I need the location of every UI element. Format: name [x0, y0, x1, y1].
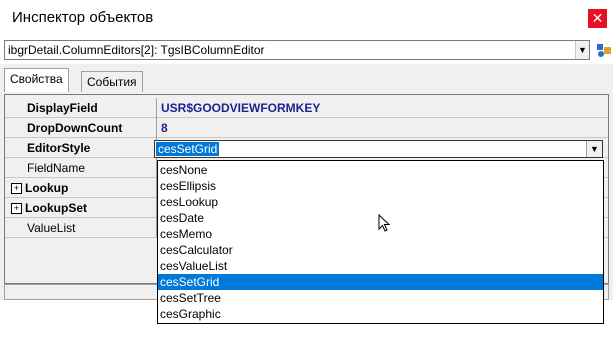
dropdown-option[interactable]: cesGraphic: [158, 306, 603, 322]
dropdown-option[interactable]: cesValueList: [158, 258, 603, 274]
chevron-down-icon[interactable]: ▼: [586, 141, 602, 157]
property-name: DropDownCount: [11, 118, 157, 138]
tab-properties[interactable]: Свойства: [4, 68, 69, 92]
property-name: DisplayField: [11, 98, 157, 118]
property-name: FieldName: [11, 158, 157, 178]
object-selector-value: ibgrDetail.ColumnEditors[2]: TgsIBColumn…: [8, 43, 265, 57]
dropdown-option[interactable]: cesNone: [158, 162, 603, 178]
tab-events[interactable]: События: [81, 71, 143, 92]
property-row[interactable]: DisplayField USR$GOODVIEWFORMKEY: [5, 98, 608, 118]
property-name: Lookup: [25, 181, 69, 195]
expand-plus-icon[interactable]: +: [11, 183, 22, 195]
mouse-cursor-icon: [378, 214, 391, 232]
dropdown-option-selected[interactable]: cesSetGrid: [158, 274, 603, 290]
expand-plus-icon[interactable]: +: [11, 203, 22, 215]
property-name-cell: + Lookup: [11, 178, 157, 198]
property-value[interactable]: USR$GOODVIEWFORMKEY: [157, 98, 608, 118]
object-selector-combo[interactable]: ibgrDetail.ColumnEditors[2]: TgsIBColumn…: [4, 40, 590, 60]
dropdown-option[interactable]: cesLookup: [158, 194, 603, 210]
editor-style-value[interactable]: cesSetGrid: [156, 142, 220, 156]
title-bar: Инспектор объектов ✕: [0, 0, 613, 36]
property-name: EditorStyle: [11, 138, 157, 158]
component-icon[interactable]: [596, 42, 612, 58]
property-value[interactable]: 8: [157, 118, 608, 138]
dropdown-option[interactable]: cesSetTree: [158, 290, 603, 306]
dropdown-option[interactable]: cesCalculator: [158, 242, 603, 258]
chevron-down-icon[interactable]: ▼: [575, 41, 589, 59]
dropdown-option[interactable]: cesEllipsis: [158, 178, 603, 194]
close-icon[interactable]: ✕: [588, 9, 607, 28]
property-row[interactable]: DropDownCount 8: [5, 118, 608, 138]
editor-style-combo[interactable]: cesSetGrid ▼: [154, 140, 603, 158]
property-name: LookupSet: [25, 201, 87, 215]
property-name: ValueList: [11, 218, 157, 238]
editor-style-dropdown-list[interactable]: cesNone cesEllipsis cesLookup cesDate ce…: [157, 160, 604, 324]
window-title: Инспектор объектов: [12, 9, 154, 26]
property-name-cell: + LookupSet: [11, 198, 157, 218]
